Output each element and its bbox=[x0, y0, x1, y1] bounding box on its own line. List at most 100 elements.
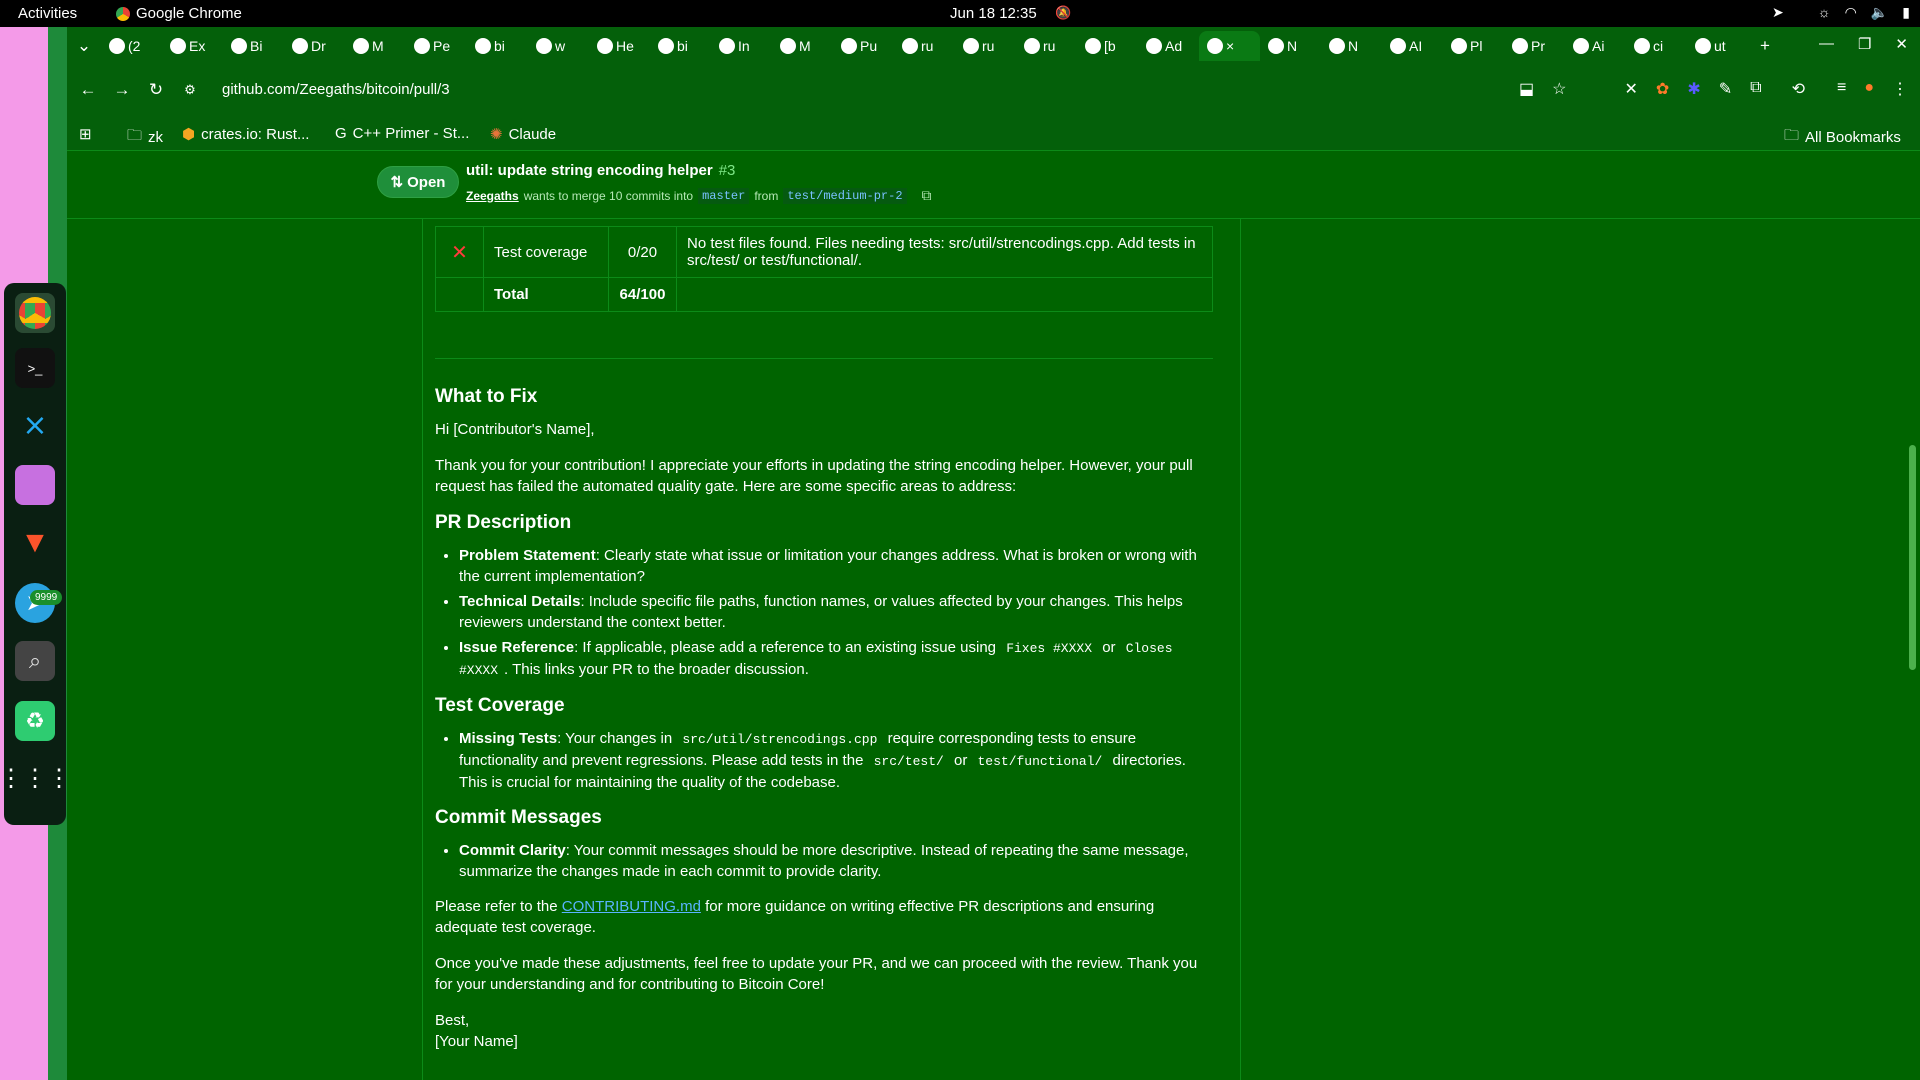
apps-grid-icon[interactable]: ⊞ bbox=[79, 125, 92, 143]
browser-tab[interactable]: ru bbox=[955, 31, 1016, 61]
head-branch[interactable]: test/medium-pr-2 bbox=[783, 187, 907, 204]
tab-label: Bi bbox=[250, 38, 263, 54]
browser-tab[interactable]: bi bbox=[650, 31, 711, 61]
menu-icon[interactable]: ⋮ bbox=[1892, 79, 1908, 99]
tab-label: Pu bbox=[860, 38, 878, 54]
minimize-icon[interactable]: — bbox=[1819, 35, 1834, 53]
browser-tab[interactable]: ci bbox=[1626, 31, 1687, 61]
profile-avatar[interactable]: ● bbox=[1864, 79, 1874, 99]
telegram-tray-icon[interactable]: ➤ bbox=[1772, 4, 1784, 21]
bookmark-star-icon[interactable]: ☆ bbox=[1552, 79, 1566, 99]
browser-tab[interactable]: N bbox=[1260, 31, 1321, 61]
item-text: or bbox=[953, 752, 968, 769]
forward-button[interactable]: → bbox=[105, 80, 139, 100]
ai-icon bbox=[1390, 38, 1406, 54]
browser-tab[interactable]: Ai bbox=[1565, 31, 1626, 61]
pr-author-link[interactable]: Zeegaths bbox=[466, 189, 519, 203]
tab-label: Pl bbox=[1470, 38, 1483, 54]
github-icon bbox=[1695, 38, 1711, 54]
browser-tab[interactable]: Ad bbox=[1138, 31, 1199, 61]
back-button[interactable]: ← bbox=[71, 80, 105, 100]
pr-sticky-header: ⇅ Open util: update string encoding help… bbox=[67, 151, 1920, 219]
base-branch[interactable]: master bbox=[698, 187, 750, 204]
reload-button[interactable]: ↻ bbox=[139, 80, 173, 100]
signoff: Best, bbox=[435, 1012, 470, 1029]
tab-label: bi bbox=[677, 38, 688, 54]
search-dock-icon[interactable]: ⌕ bbox=[15, 641, 55, 681]
extension-icon[interactable]: ✱ bbox=[1687, 79, 1700, 99]
brave-dock-icon[interactable]: ▼ bbox=[15, 523, 55, 563]
item-text: : Your changes in bbox=[557, 730, 673, 747]
score-table: ✕ Test coverage 0/20 No test files found… bbox=[435, 226, 1213, 312]
bookmark-crates[interactable]: ⬢ crates.io: Rust... bbox=[182, 125, 309, 144]
extension-icon[interactable]: ✿ bbox=[1656, 79, 1669, 99]
extension-icon[interactable]: ✎ bbox=[1719, 79, 1732, 99]
brightness-icon: ☼ bbox=[1817, 4, 1831, 20]
item-label: Issue Reference bbox=[459, 639, 575, 656]
browser-tab[interactable]: M bbox=[772, 31, 833, 61]
extension-x-icon[interactable]: ✕ bbox=[1625, 79, 1638, 99]
extensions-puzzle-icon[interactable]: ⧉ bbox=[1750, 79, 1761, 99]
files-dock-icon[interactable] bbox=[15, 465, 55, 505]
greeting: Hi [Contributor's Name], bbox=[435, 421, 595, 438]
contributing-link[interactable]: CONTRIBUTING.md bbox=[562, 898, 701, 915]
site-info-icon[interactable]: ⚙ bbox=[173, 82, 207, 98]
table-row: Total 64/100 bbox=[435, 277, 1213, 312]
bookmark-zk[interactable]: 🗀 zk bbox=[127, 125, 163, 150]
activities-button[interactable]: Activities bbox=[18, 5, 77, 22]
battery-icon: ▮ bbox=[1902, 4, 1910, 20]
browser-tab[interactable]: Ex bbox=[162, 31, 223, 61]
browser-tab[interactable]: He bbox=[589, 31, 650, 61]
app-menu[interactable]: Google Chrome bbox=[116, 5, 242, 22]
tab-label: Pe bbox=[433, 38, 451, 54]
browser-tab[interactable]: Pl bbox=[1443, 31, 1504, 61]
browser-tab[interactable]: ru bbox=[1016, 31, 1077, 61]
inline-code: src/test/ bbox=[873, 754, 944, 769]
clock[interactable]: Jun 18 12:35 bbox=[950, 5, 1037, 22]
tab-label: Ad bbox=[1165, 38, 1183, 54]
new-tab-button[interactable]: + bbox=[1748, 36, 1782, 56]
browser-tab[interactable]: ut bbox=[1687, 31, 1748, 61]
total-score: 64/100 bbox=[608, 277, 677, 312]
list-item: Technical Details: Include specific file… bbox=[459, 591, 1213, 633]
signature-name: [Your Name] bbox=[435, 1033, 518, 1050]
all-bookmarks[interactable]: 🗀 All Bookmarks bbox=[1784, 125, 1901, 150]
browser-tab[interactable]: M bbox=[345, 31, 406, 61]
browser-tab[interactable]: Pu bbox=[833, 31, 894, 61]
browser-tab[interactable]: In bbox=[711, 31, 772, 61]
browser-tab[interactable]: N bbox=[1321, 31, 1382, 61]
history-icon[interactable]: ⟲ bbox=[1792, 79, 1805, 99]
system-tray[interactable]: ➤ ☼ ◠ 🔈 ▮ bbox=[1772, 4, 1910, 21]
browser-tab[interactable]: ru bbox=[894, 31, 955, 61]
browser-tab[interactable]: (2 bbox=[101, 31, 162, 61]
vscode-dock-icon[interactable]: ⨯ bbox=[15, 405, 55, 445]
app-grid-icon[interactable]: ⋮⋮⋮ bbox=[0, 758, 71, 798]
browser-tab[interactable]: [b bbox=[1077, 31, 1138, 61]
browser-tab[interactable]: AI bbox=[1382, 31, 1443, 61]
browser-tab[interactable]: Pe bbox=[406, 31, 467, 61]
tab-search-icon[interactable]: ⌄ bbox=[67, 36, 101, 56]
browser-tab[interactable]: bi bbox=[467, 31, 528, 61]
item-text: : Your commit messages should be more de… bbox=[459, 842, 1189, 880]
browser-tab[interactable]: × bbox=[1199, 31, 1260, 61]
page-scrollbar[interactable] bbox=[1909, 445, 1916, 670]
browser-tab[interactable]: w bbox=[528, 31, 589, 61]
dock: >_ ⨯ ▼ ➤ ⌕ ♻ ⋮⋮⋮ bbox=[0, 283, 71, 825]
restore-icon[interactable]: ❐ bbox=[1858, 35, 1871, 53]
reading-list-icon[interactable]: ≡ bbox=[1837, 79, 1846, 99]
browser-tab[interactable]: Bi bbox=[223, 31, 284, 61]
browser-tab[interactable]: Dr bbox=[284, 31, 345, 61]
install-app-icon[interactable]: ⬓ bbox=[1519, 79, 1534, 99]
app-name: Google Chrome bbox=[136, 5, 242, 22]
bookmark-cpp-primer[interactable]: G C++ Primer - St... bbox=[335, 125, 469, 142]
bookmark-claude[interactable]: ✺ Claude bbox=[490, 125, 556, 144]
address-bar[interactable]: github.com/Zeegaths/bitcoin/pull/3 bbox=[222, 81, 450, 98]
item-label: Missing Tests bbox=[459, 730, 558, 747]
chrome-dock-icon[interactable] bbox=[15, 293, 55, 333]
terminal-dock-icon[interactable]: >_ bbox=[15, 348, 55, 388]
recycle-dock-icon[interactable]: ♻ bbox=[15, 701, 55, 741]
openai-icon bbox=[1329, 38, 1345, 54]
close-window-icon[interactable]: ✕ bbox=[1895, 35, 1908, 53]
copy-icon[interactable]: ⧉ bbox=[922, 187, 932, 204]
browser-tab[interactable]: Pr bbox=[1504, 31, 1565, 61]
